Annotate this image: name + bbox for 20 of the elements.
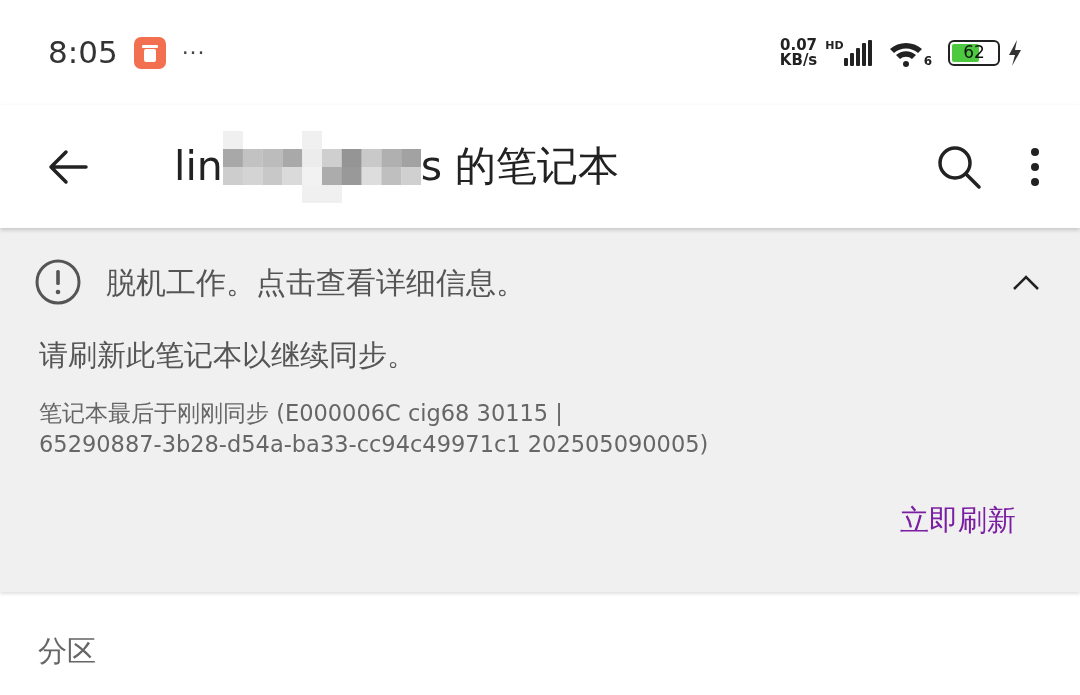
sync-message: 请刷新此笔记本以继续同步。: [39, 337, 417, 374]
more-options-button[interactable]: [1030, 146, 1040, 187]
offline-status-link[interactable]: 脱机工作。点击查看详细信息。: [106, 259, 526, 305]
notebook-title: lin: [174, 140, 223, 192]
wifi-label: 6: [923, 54, 932, 67]
back-button[interactable]: [48, 148, 88, 185]
signal-icon: [843, 39, 872, 66]
trash-app-icon: [133, 36, 166, 69]
sync-detail-line: 笔记本最后于刚刚同步 (E000006C cig68 30115 |: [39, 398, 564, 428]
refresh-now-button[interactable]: 立即刷新: [900, 498, 1016, 542]
network-label: HD: [825, 39, 844, 51]
search-button[interactable]: [936, 143, 982, 190]
sync-detail-line: 65290887-3b28-d54a-ba33-cc94c49971c1 202505090005): [39, 430, 710, 459]
notification-more-text: ···: [181, 39, 206, 67]
notebook-title-suffix: s 的笔记本: [420, 140, 620, 192]
clock-time: 8:05: [48, 33, 118, 73]
warning-icon: [34, 258, 82, 306]
speed-unit: KB/s: [779, 52, 818, 68]
section-header: 分区: [37, 633, 97, 670]
speed-value: 0.07: [779, 37, 818, 53]
